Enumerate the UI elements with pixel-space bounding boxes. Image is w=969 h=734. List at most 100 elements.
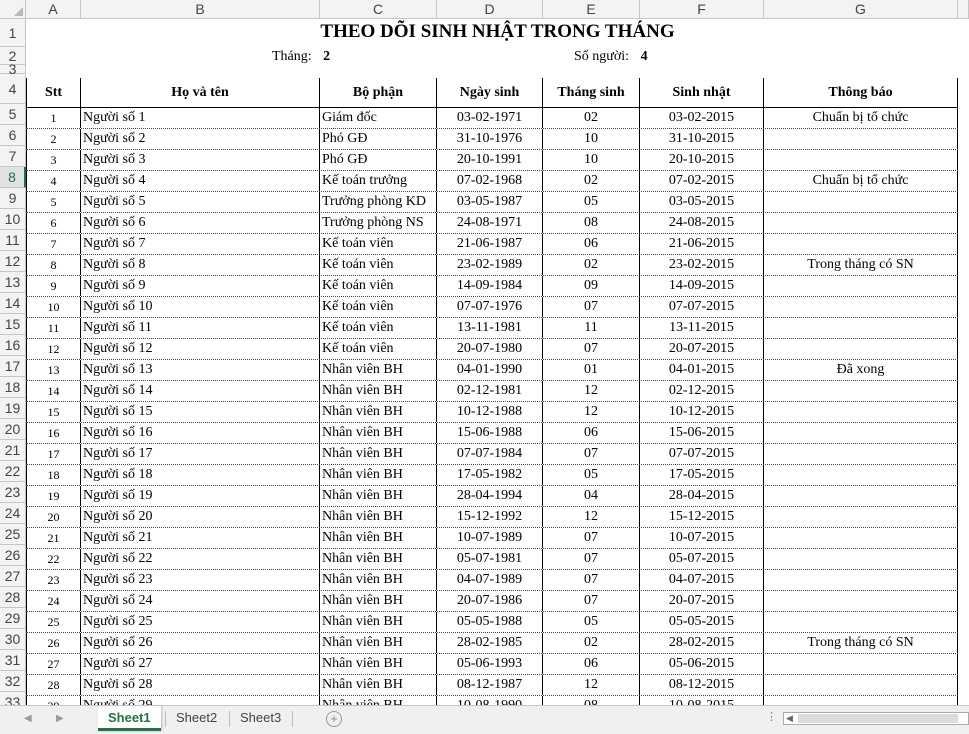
row-header-17[interactable]: 17 xyxy=(0,356,26,377)
cell-birth-date[interactable]: 13-11-1981 xyxy=(437,318,543,338)
tab-sheet3[interactable]: Sheet3 xyxy=(230,706,291,730)
column-header-a[interactable]: A xyxy=(26,0,81,19)
cell-birth-month[interactable]: 08 xyxy=(543,696,640,705)
cell-notice[interactable] xyxy=(764,465,958,485)
cell-department[interactable]: Kế toán viên xyxy=(320,318,437,338)
cell-birth-month[interactable]: 04 xyxy=(543,486,640,506)
cell-birth-month[interactable]: 07 xyxy=(543,591,640,611)
cell-birthday[interactable]: 15-06-2015 xyxy=(640,423,764,443)
cell-birth-month[interactable]: 09 xyxy=(543,276,640,296)
cell-birth-date[interactable]: 04-01-1990 xyxy=(437,360,543,380)
cell-department[interactable]: Kế toán viên xyxy=(320,276,437,296)
cell-notice[interactable] xyxy=(764,675,958,695)
cell-notice[interactable]: Trong tháng có SN xyxy=(764,633,958,653)
tab-split-handle-icon[interactable]: ⋮ xyxy=(766,710,778,723)
cell-birth-date[interactable]: 28-04-1994 xyxy=(437,486,543,506)
cell-birthday[interactable]: 15-12-2015 xyxy=(640,507,764,527)
cell-stt[interactable]: 23 xyxy=(26,570,81,590)
cell-birth-date[interactable]: 08-12-1987 xyxy=(437,675,543,695)
cell-birthday[interactable]: 04-01-2015 xyxy=(640,360,764,380)
cell-stt[interactable]: 10 xyxy=(26,297,81,317)
row-header-8[interactable]: 8 xyxy=(0,167,26,188)
cell-birthday[interactable]: 05-07-2015 xyxy=(640,549,764,569)
tab-sheet2[interactable]: Sheet2 xyxy=(166,706,227,730)
row-header-23[interactable]: 23 xyxy=(0,482,26,503)
cell-birthday[interactable]: 10-08-2015 xyxy=(640,696,764,705)
cell-birth-month[interactable]: 06 xyxy=(543,654,640,674)
cell-birth-date[interactable]: 05-05-1988 xyxy=(437,612,543,632)
cell-birth-date[interactable]: 07-07-1976 xyxy=(437,297,543,317)
cell-notice[interactable] xyxy=(764,570,958,590)
cell-birth-date[interactable]: 14-09-1984 xyxy=(437,276,543,296)
cell-birthday[interactable]: 20-07-2015 xyxy=(640,591,764,611)
cell-notice[interactable] xyxy=(764,234,958,254)
cell-name[interactable]: Người số 5 xyxy=(81,192,320,212)
cell-birth-date[interactable]: 20-10-1991 xyxy=(437,150,543,170)
cell-birthday[interactable]: 07-02-2015 xyxy=(640,171,764,191)
row-header-33[interactable]: 33 xyxy=(0,692,26,705)
cell-birth-date[interactable]: 28-02-1985 xyxy=(437,633,543,653)
header-birth-month[interactable]: Tháng sinh xyxy=(543,78,640,107)
cell-name[interactable]: Người số 20 xyxy=(81,507,320,527)
row-header-1[interactable]: 1 xyxy=(0,19,26,47)
cell-department[interactable]: Nhân viên BH xyxy=(320,591,437,611)
cell-stt[interactable]: 15 xyxy=(26,402,81,422)
cell-notice[interactable]: Đã xong xyxy=(764,360,958,380)
cell-stt[interactable]: 11 xyxy=(26,318,81,338)
cell-name[interactable]: Người số 28 xyxy=(81,675,320,695)
cell-stt[interactable]: 21 xyxy=(26,528,81,548)
cell-notice[interactable] xyxy=(764,381,958,401)
cell-birth-month[interactable]: 07 xyxy=(543,339,640,359)
cell-birthday[interactable]: 14-09-2015 xyxy=(640,276,764,296)
cell-department[interactable]: Kế toán viên xyxy=(320,255,437,275)
cell-name[interactable]: Người số 14 xyxy=(81,381,320,401)
cell-name[interactable]: Người số 1 xyxy=(81,108,320,128)
cell-birthday[interactable]: 10-07-2015 xyxy=(640,528,764,548)
cell-birth-date[interactable]: 24-08-1971 xyxy=(437,213,543,233)
cell-birth-date[interactable]: 10-07-1989 xyxy=(437,528,543,548)
cell-birth-date[interactable]: 17-05-1982 xyxy=(437,465,543,485)
cell-birthday[interactable]: 04-07-2015 xyxy=(640,570,764,590)
cell-birth-month[interactable]: 06 xyxy=(543,423,640,443)
cell-notice[interactable]: Chuẩn bị tổ chức xyxy=(764,108,958,128)
cell-stt[interactable]: 27 xyxy=(26,654,81,674)
row-header-10[interactable]: 10 xyxy=(0,209,26,230)
column-header-c[interactable]: C xyxy=(320,0,437,19)
cell-birth-date[interactable]: 04-07-1989 xyxy=(437,570,543,590)
cell-birthday[interactable]: 07-07-2015 xyxy=(640,444,764,464)
cell-name[interactable]: Người số 9 xyxy=(81,276,320,296)
cell-notice[interactable] xyxy=(764,192,958,212)
cell-birthday[interactable]: 13-11-2015 xyxy=(640,318,764,338)
column-header-d[interactable]: D xyxy=(437,0,543,19)
cell-stt[interactable]: 4 xyxy=(26,171,81,191)
cell-name[interactable]: Người số 17 xyxy=(81,444,320,464)
cell-stt[interactable]: 1 xyxy=(26,108,81,128)
cell-birthday[interactable]: 05-06-2015 xyxy=(640,654,764,674)
cell-department[interactable]: Nhân viên BH xyxy=(320,381,437,401)
cell-birth-date[interactable]: 10-08-1990 xyxy=(437,696,543,705)
cell-notice[interactable] xyxy=(764,486,958,506)
cell-stt[interactable]: 6 xyxy=(26,213,81,233)
column-header-e[interactable]: E xyxy=(543,0,640,19)
cell-department[interactable]: Nhân viên BH xyxy=(320,486,437,506)
cell-name[interactable]: Người số 3 xyxy=(81,150,320,170)
row-header-21[interactable]: 21 xyxy=(0,440,26,461)
cell-stt[interactable]: 8 xyxy=(26,255,81,275)
cell-department[interactable]: Nhân viên BH xyxy=(320,444,437,464)
cell-birth-date[interactable]: 31-10-1976 xyxy=(437,129,543,149)
cell-birth-date[interactable]: 07-07-1984 xyxy=(437,444,543,464)
cell-birth-date[interactable]: 02-12-1981 xyxy=(437,381,543,401)
cell-birth-month[interactable]: 12 xyxy=(543,381,640,401)
cell-notice[interactable] xyxy=(764,339,958,359)
row-header-26[interactable]: 26 xyxy=(0,545,26,566)
row-header-5[interactable]: 5 xyxy=(0,104,26,125)
cell-birthday[interactable]: 28-04-2015 xyxy=(640,486,764,506)
cell-birth-date[interactable]: 20-07-1986 xyxy=(437,591,543,611)
cell-birth-month[interactable]: 07 xyxy=(543,444,640,464)
header-name[interactable]: Họ và tên xyxy=(81,78,320,107)
cell-name[interactable]: Người số 18 xyxy=(81,465,320,485)
cell-notice[interactable] xyxy=(764,549,958,569)
cell-stt[interactable]: 24 xyxy=(26,591,81,611)
cell-birth-date[interactable]: 20-07-1980 xyxy=(437,339,543,359)
cell-department[interactable]: Nhân viên BH xyxy=(320,633,437,653)
